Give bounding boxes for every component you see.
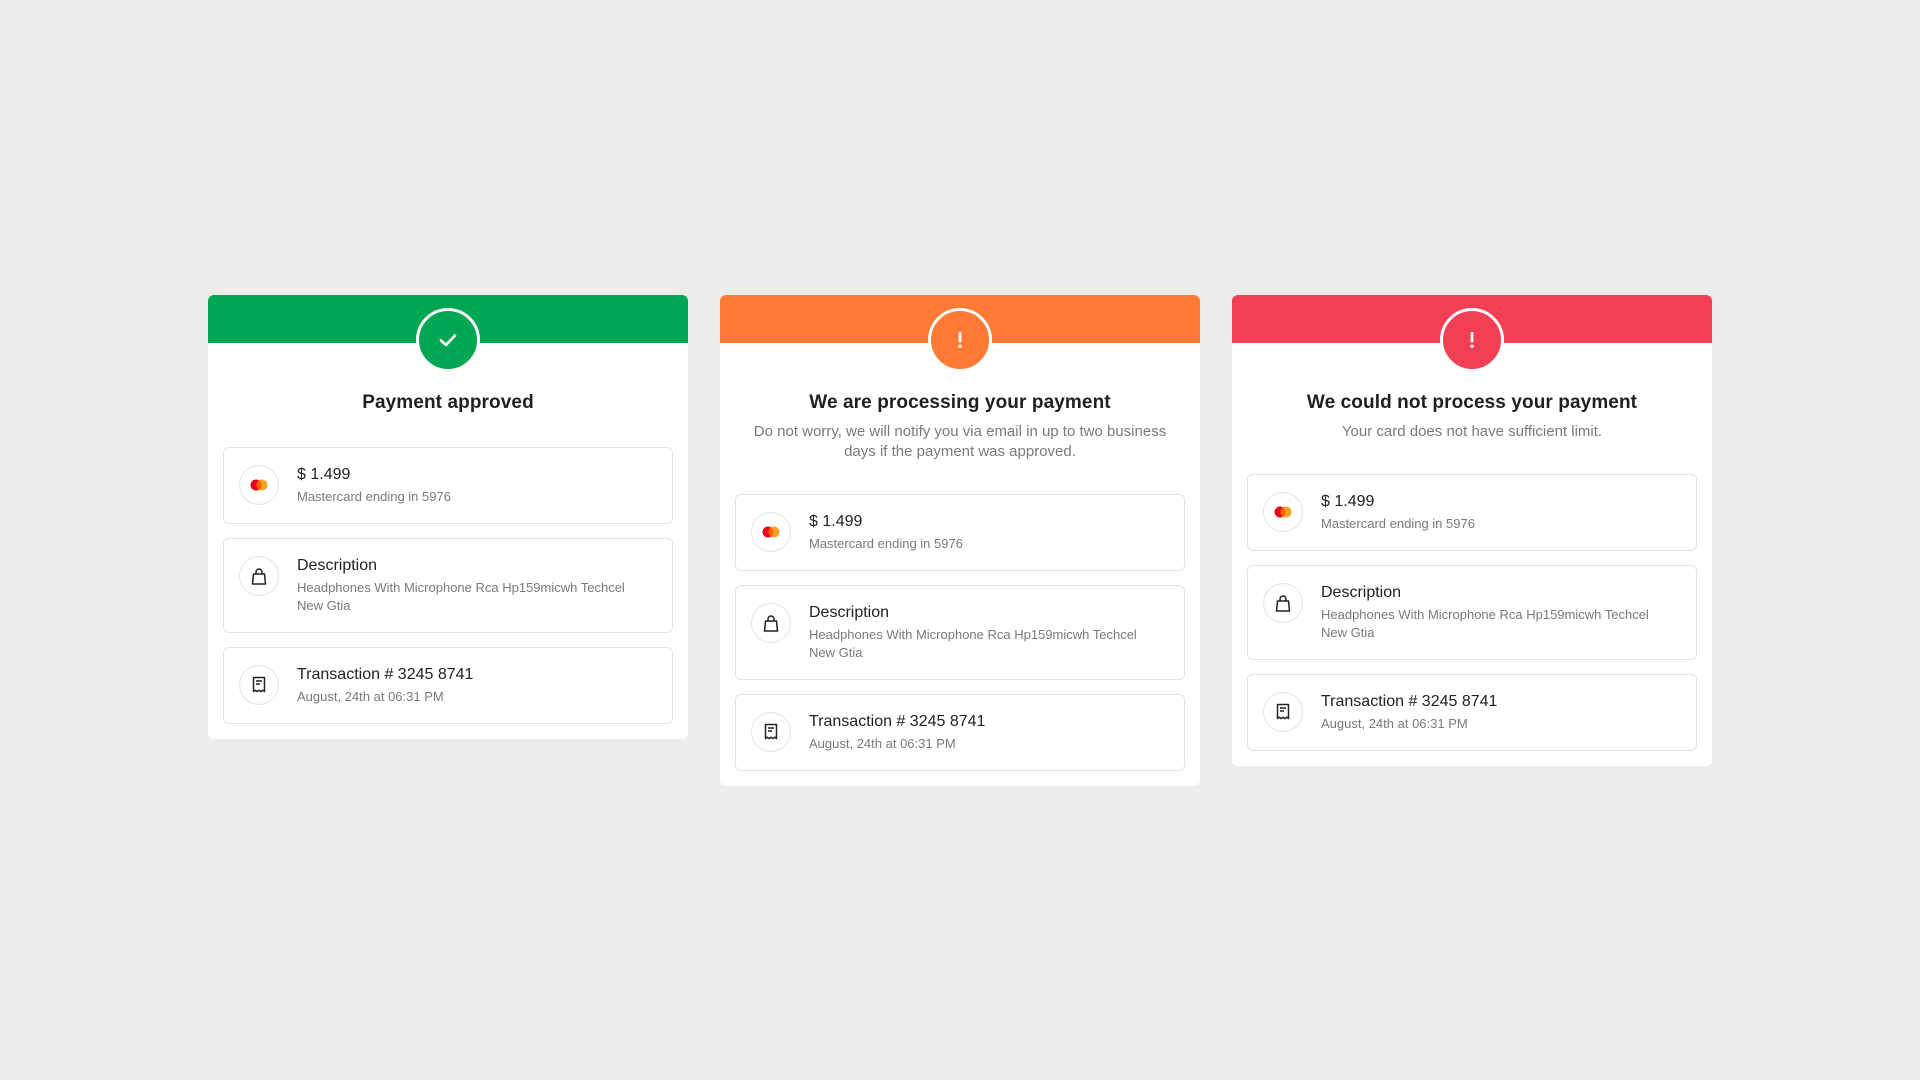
transaction-number: Transaction # 3245 8741 [297, 666, 474, 683]
mastercard-icon [751, 512, 791, 552]
description-label: Description [1321, 584, 1402, 601]
payment-processing-card: We are processing your payment Do not wo… [720, 295, 1200, 786]
transaction-number: Transaction # 3245 8741 [809, 713, 986, 730]
description-label: Description [809, 604, 890, 621]
transaction-row: Transaction # 3245 8741 August, 24th at … [1247, 674, 1697, 751]
exclamation-icon [1470, 332, 1474, 348]
card-info: Mastercard ending in 5976 [297, 489, 451, 504]
transaction-row: Transaction # 3245 8741 August, 24th at … [223, 647, 673, 724]
description-text: Headphones With Microphone Rca Hp159micw… [809, 627, 1137, 660]
transaction-date: August, 24th at 06:31 PM [809, 736, 956, 751]
payment-rejected-card: We could not process your payment Your c… [1232, 295, 1712, 766]
amount: $ 1.499 [809, 513, 863, 530]
payment-method-row: $ 1.499 Mastercard ending in 5976 [223, 447, 673, 524]
card-title: Payment approved [362, 392, 534, 413]
payment-approved-card: Payment approved $ 1.499 Mastercard endi… [208, 295, 688, 739]
card-title: We could not process your payment [1306, 392, 1638, 413]
card-info: Mastercard ending in 5976 [809, 536, 963, 551]
shopping-bag-icon [239, 556, 279, 596]
exclamation-icon [958, 332, 962, 348]
amount: $ 1.499 [1321, 493, 1375, 510]
card-title: We are processing your payment [809, 392, 1111, 413]
transaction-date: August, 24th at 06:31 PM [297, 689, 444, 704]
shopping-bag-icon [751, 603, 791, 643]
details-list: $ 1.499 Mastercard ending in 5976 Descri… [208, 447, 688, 724]
mastercard-icon [239, 465, 279, 505]
status-badge [928, 308, 992, 372]
receipt-icon [1263, 692, 1303, 732]
payment-method-row: $ 1.499 Mastercard ending in 5976 [735, 494, 1185, 571]
check-icon [439, 334, 457, 347]
status-badge [416, 308, 480, 372]
payment-method-row: $ 1.499 Mastercard ending in 5976 [1247, 474, 1697, 551]
status-badge [1440, 308, 1504, 372]
description-row: Description Headphones With Microphone R… [223, 538, 673, 633]
card-info: Mastercard ending in 5976 [1321, 516, 1475, 531]
details-list: $ 1.499 Mastercard ending in 5976 Descri… [720, 494, 1200, 771]
shopping-bag-icon [1263, 583, 1303, 623]
description-label: Description [297, 557, 378, 574]
transaction-number: Transaction # 3245 8741 [1321, 693, 1498, 710]
card-subtitle: Your card does not have sufficient limit… [1341, 423, 1603, 440]
description-row: Description Headphones With Microphone R… [735, 585, 1185, 680]
details-list: $ 1.499 Mastercard ending in 5976 Descri… [1232, 474, 1712, 751]
card-subtitle: Do not worry, we will notify you via ema… [753, 423, 1167, 460]
mastercard-icon [1263, 492, 1303, 532]
receipt-icon [751, 712, 791, 752]
description-row: Description Headphones With Microphone R… [1247, 565, 1697, 660]
description-text: Headphones With Microphone Rca Hp159micw… [1321, 607, 1649, 640]
transaction-row: Transaction # 3245 8741 August, 24th at … [735, 694, 1185, 771]
amount: $ 1.499 [297, 466, 351, 483]
transaction-date: August, 24th at 06:31 PM [1321, 716, 1468, 731]
description-text: Headphones With Microphone Rca Hp159micw… [297, 580, 625, 613]
receipt-icon [239, 665, 279, 705]
